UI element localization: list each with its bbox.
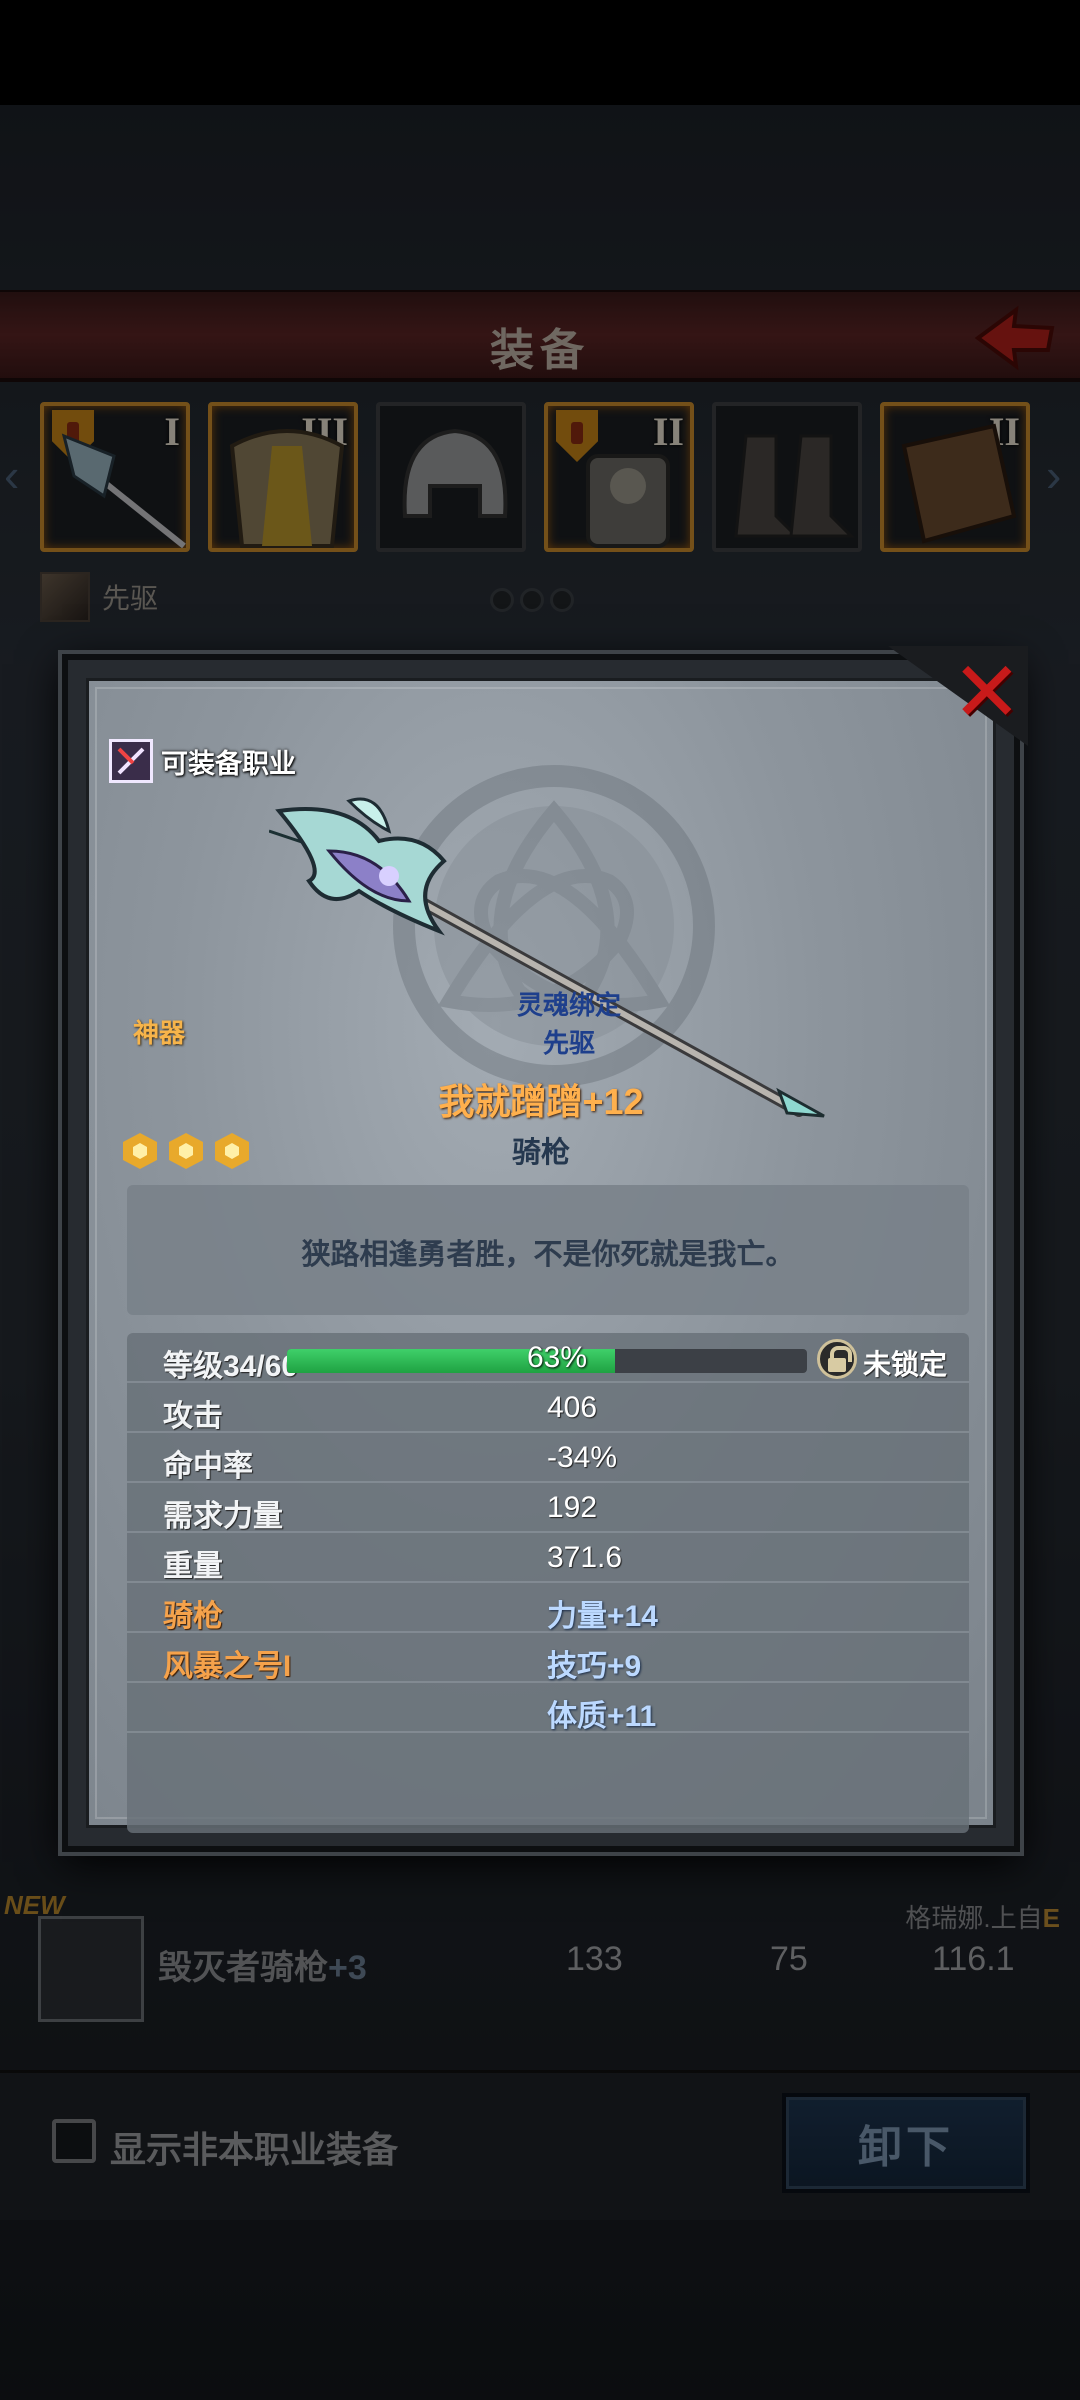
- item-description-box: 狭路相逢勇者胜，不是你死就是我亡。: [127, 1185, 969, 1315]
- skill-name: 风暴之号I: [163, 1650, 292, 1683]
- stat-row: 攻击 406: [127, 1383, 969, 1433]
- stats-table: 等级34/60 63% 未锁定 攻击 406 命中率 -34% 需求力量 192: [127, 1333, 969, 1833]
- quality-stars: [123, 1133, 249, 1169]
- stat-row: 重量 371.6: [127, 1533, 969, 1583]
- equip-class-label: 可装备职业: [161, 748, 296, 779]
- level-percent: 63%: [527, 1341, 588, 1374]
- stat-label: 重量: [163, 1550, 223, 1583]
- stat-value: -34%: [547, 1441, 618, 1474]
- bonus-row: 体质+11: [127, 1683, 969, 1733]
- bonus-row: 风暴之号I 技巧+9: [127, 1633, 969, 1683]
- status-bar: [0, 0, 1080, 105]
- close-button[interactable]: ✕: [888, 646, 1028, 746]
- level-label: 等级34/60: [163, 1350, 299, 1383]
- stat-value: 371.6: [547, 1541, 623, 1574]
- lock-icon[interactable]: [817, 1339, 857, 1379]
- star-icon: [215, 1133, 249, 1169]
- lance-weapon-icon: [269, 797, 825, 1118]
- stat-value: 406: [547, 1391, 598, 1424]
- star-icon: [123, 1133, 157, 1169]
- stat-value: 192: [547, 1491, 598, 1524]
- item-rarity: 神器: [133, 1018, 186, 1048]
- stat-label: 需求力量: [163, 1500, 283, 1533]
- bound-class: 先驱: [542, 1028, 595, 1058]
- stat-bonus: 技巧+9: [547, 1650, 642, 1683]
- stat-label: 命中率: [163, 1450, 253, 1483]
- lock-status[interactable]: 未锁定: [863, 1343, 947, 1383]
- item-detail-dialog: 可装备职业 神器 灵魂绑定 先驱 我就蹭蹭+12 骑枪 狭路相逢勇者胜，不是你死…: [62, 646, 1028, 1852]
- stat-label: 攻击: [163, 1400, 223, 1433]
- stat-row: 需求力量 192: [127, 1483, 969, 1533]
- bonus-row: 骑枪 力量+14: [127, 1583, 969, 1633]
- item-detail-panel: 可装备职业 神器 灵魂绑定 先驱 我就蹭蹭+12 骑枪 狭路相逢勇者胜，不是你死…: [86, 678, 996, 1833]
- item-name: 我就蹭蹭+12: [438, 1081, 644, 1122]
- sword-cross-icon: [109, 739, 153, 783]
- skill-name: 骑枪: [163, 1600, 223, 1633]
- stat-bonus: 体质+11: [547, 1700, 657, 1733]
- stat-row: 命中率 -34%: [127, 1433, 969, 1483]
- soulbound-label: 灵魂绑定: [516, 990, 621, 1020]
- level-row: 等级34/60 63% 未锁定: [127, 1333, 969, 1383]
- item-description: 狭路相逢勇者胜，不是你死就是我亡。: [301, 1239, 795, 1271]
- star-icon: [169, 1133, 203, 1169]
- close-icon: ✕: [951, 645, 1022, 739]
- stat-bonus: 力量+14: [547, 1600, 658, 1633]
- equip-class-button[interactable]: 可装备职业: [109, 739, 296, 783]
